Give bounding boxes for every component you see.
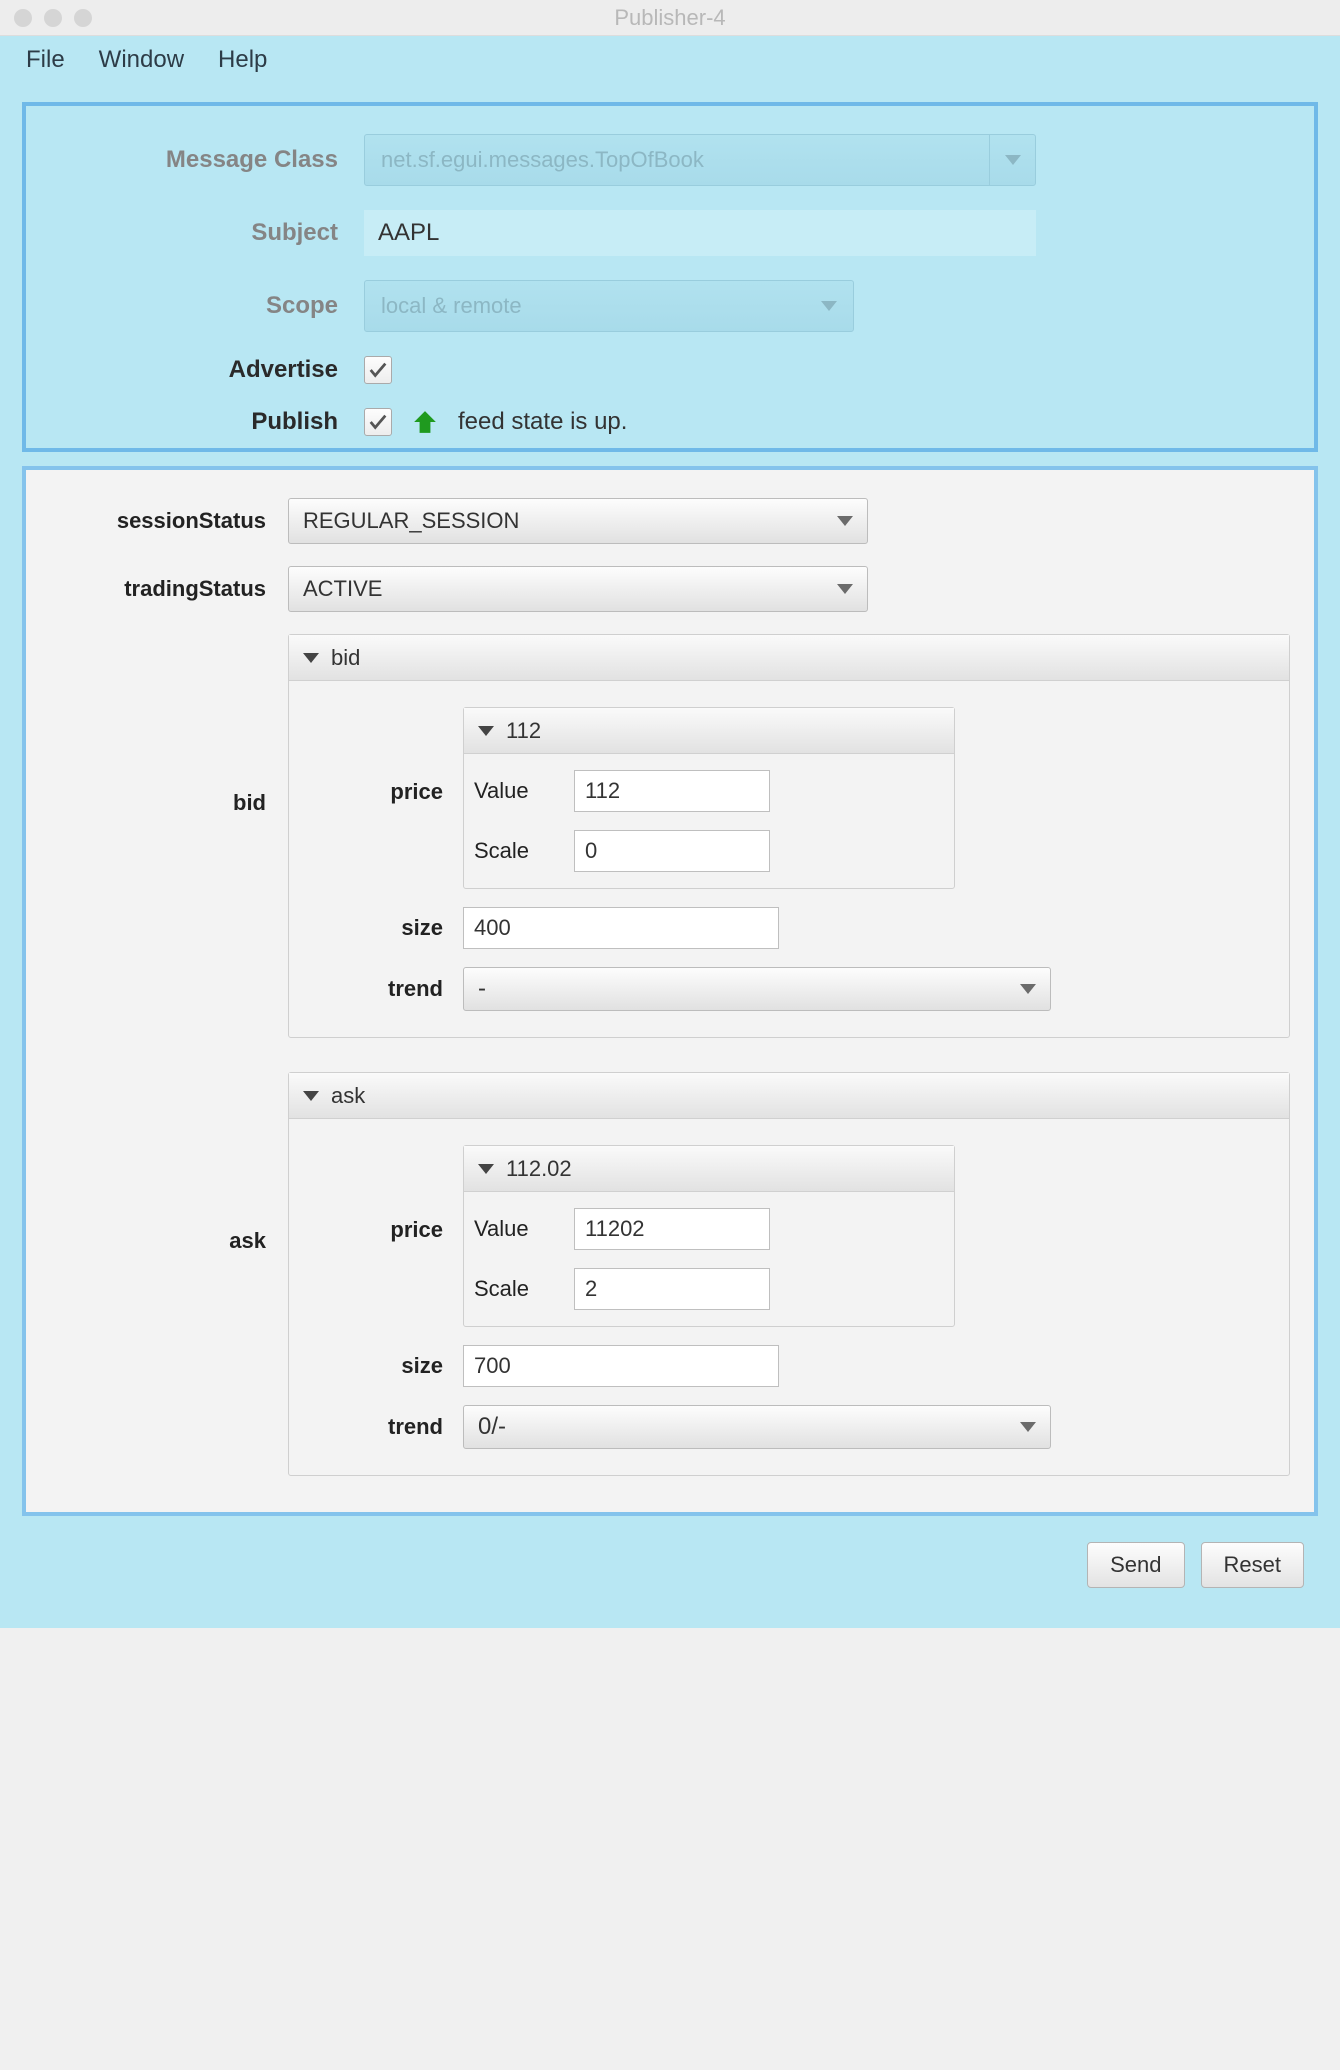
chevron-down-icon xyxy=(989,135,1035,185)
bid-value-input[interactable] xyxy=(574,770,770,812)
publish-label: Publish xyxy=(44,408,364,436)
menu-file[interactable]: File xyxy=(26,46,65,74)
bid-price-label: price xyxy=(313,779,463,805)
reset-button[interactable]: Reset xyxy=(1201,1542,1304,1588)
ask-panel: ask price 112.02 xyxy=(288,1072,1290,1476)
message-class-value: net.sf.egui.messages.TopOfBook xyxy=(381,147,704,173)
ask-scale-label: Scale xyxy=(474,1276,574,1302)
bid-trend-value: - xyxy=(478,975,486,1003)
scope-value: local & remote xyxy=(381,293,522,319)
minimize-icon[interactable] xyxy=(44,9,62,27)
subject-input[interactable] xyxy=(364,210,1036,256)
bid-price-header-value: 112 xyxy=(506,718,541,744)
ask-price-label: price xyxy=(313,1217,463,1243)
button-bar: Send Reset xyxy=(22,1516,1318,1588)
zoom-icon[interactable] xyxy=(74,9,92,27)
menu-bar: File Window Help xyxy=(0,36,1340,84)
window-titlebar: Publisher-4 xyxy=(0,0,1340,36)
bid-size-input[interactable] xyxy=(463,907,779,949)
chevron-down-icon xyxy=(303,1091,319,1101)
arrow-up-icon xyxy=(412,409,438,435)
message-class-label: Message Class xyxy=(44,146,364,174)
bid-value-label: Value xyxy=(474,778,574,804)
feed-state-text: feed state is up. xyxy=(458,408,627,436)
traffic-lights xyxy=(14,9,92,27)
window-title: Publisher-4 xyxy=(0,5,1340,31)
close-icon[interactable] xyxy=(14,9,32,27)
scope-label: Scope xyxy=(44,292,364,320)
ask-trend-value: 0/- xyxy=(478,1413,506,1441)
session-status-value: REGULAR_SESSION xyxy=(303,508,519,534)
check-icon xyxy=(367,411,389,433)
scope-combo[interactable]: local & remote xyxy=(364,280,854,332)
trading-status-combo[interactable]: ACTIVE xyxy=(288,566,868,612)
ask-scale-input[interactable] xyxy=(574,1268,770,1310)
chevron-down-icon xyxy=(478,726,494,736)
message-fields-panel: sessionStatus REGULAR_SESSION tradingSta… xyxy=(22,466,1318,1516)
session-status-combo[interactable]: REGULAR_SESSION xyxy=(288,498,868,544)
ask-price-box: 112.02 Value Scale xyxy=(463,1145,955,1327)
ask-value-label: Value xyxy=(474,1216,574,1242)
bid-trend-combo[interactable]: - xyxy=(463,967,1051,1011)
chevron-down-icon xyxy=(1020,984,1036,994)
ask-size-input[interactable] xyxy=(463,1345,779,1387)
bid-panel-header[interactable]: bid xyxy=(289,635,1289,681)
ask-price-header-value: 112.02 xyxy=(506,1156,572,1182)
chevron-down-icon xyxy=(478,1164,494,1174)
bid-size-label: size xyxy=(313,915,463,941)
session-status-label: sessionStatus xyxy=(50,508,288,534)
menu-window[interactable]: Window xyxy=(99,46,184,74)
chevron-down-icon xyxy=(837,516,853,526)
message-class-combo[interactable]: net.sf.egui.messages.TopOfBook xyxy=(364,134,1036,186)
ask-side-label: ask xyxy=(50,1228,288,1254)
chevron-down-icon xyxy=(1020,1422,1036,1432)
bid-price-header[interactable]: 112 xyxy=(464,708,954,754)
bid-price-box: 112 Value Scale xyxy=(463,707,955,889)
ask-size-label: size xyxy=(313,1353,463,1379)
trading-status-label: tradingStatus xyxy=(50,576,288,602)
ask-value-input[interactable] xyxy=(574,1208,770,1250)
bid-scale-input[interactable] xyxy=(574,830,770,872)
bid-scale-label: Scale xyxy=(474,838,574,864)
advertise-label: Advertise xyxy=(44,356,364,384)
ask-panel-header[interactable]: ask xyxy=(289,1073,1289,1119)
bid-panel-title: bid xyxy=(331,645,360,671)
subject-label: Subject xyxy=(44,219,364,247)
advertise-checkbox[interactable] xyxy=(364,356,392,384)
ask-trend-combo[interactable]: 0/- xyxy=(463,1405,1051,1449)
ask-panel-title: ask xyxy=(331,1083,365,1109)
chevron-down-icon xyxy=(303,653,319,663)
bid-side-label: bid xyxy=(50,790,288,816)
ask-trend-label: trend xyxy=(313,1414,463,1440)
trading-status-value: ACTIVE xyxy=(303,576,382,602)
bid-trend-label: trend xyxy=(313,976,463,1002)
chevron-down-icon xyxy=(821,301,837,311)
menu-help[interactable]: Help xyxy=(218,46,267,74)
publisher-config-panel: Message Class net.sf.egui.messages.TopOf… xyxy=(22,102,1318,452)
send-button[interactable]: Send xyxy=(1087,1542,1184,1588)
publish-checkbox[interactable] xyxy=(364,408,392,436)
chevron-down-icon xyxy=(837,584,853,594)
bid-panel: bid price 112 xyxy=(288,634,1290,1038)
check-icon xyxy=(367,359,389,381)
ask-price-header[interactable]: 112.02 xyxy=(464,1146,954,1192)
